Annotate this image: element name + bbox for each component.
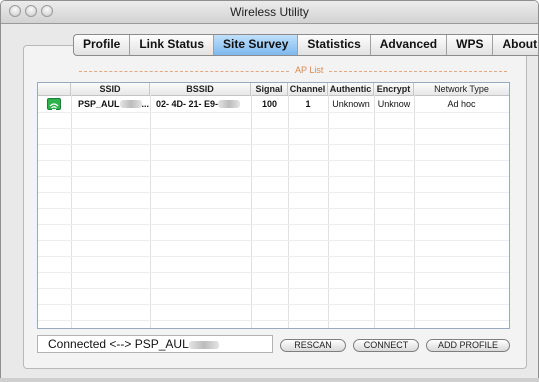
column-header-encrypt[interactable]: Encrypt: [374, 83, 414, 95]
network-type-cell: Ad hoc: [447, 99, 476, 109]
tab-statistics[interactable]: Statistics: [298, 35, 371, 55]
row-divider: [38, 240, 509, 241]
row-divider: [38, 192, 509, 193]
tab-about[interactable]: About: [493, 35, 538, 55]
channel-cell: 1: [305, 99, 311, 109]
column-header-ssid[interactable]: SSID: [71, 83, 150, 95]
row-divider: [38, 224, 509, 225]
connection-status: Connected <--> PSP_AUL: [37, 335, 273, 353]
row-divider: [38, 128, 509, 129]
column-header-icon[interactable]: [38, 83, 71, 95]
column-header-channel[interactable]: Channel: [288, 83, 328, 95]
column-divider: [150, 95, 151, 328]
tab-advanced[interactable]: Advanced: [371, 35, 448, 55]
table-row[interactable]: PSP_AUL... 02- 4D- 21- E9- 100 1 Unknown…: [38, 96, 509, 112]
column-header-network-type[interactable]: Network Type: [414, 83, 509, 95]
bssid-value: 02- 4D- 21- E9-: [156, 99, 219, 109]
bssid-cell: 02- 4D- 21- E9-: [156, 96, 251, 112]
redacted-text: [218, 100, 241, 108]
window-bottom-edge: [0, 378, 539, 382]
row-divider: [38, 288, 509, 289]
access-point-icon: [47, 98, 61, 111]
divider: [329, 71, 507, 72]
connection-status-text: Connected <--> PSP_AUL: [48, 337, 189, 351]
row-divider: [38, 176, 509, 177]
divider: [79, 71, 289, 72]
rescan-button[interactable]: RESCAN: [280, 339, 346, 352]
column-divider: [374, 95, 375, 328]
redacted-text: [188, 341, 219, 349]
row-divider: [38, 272, 509, 273]
title-bar: Wireless Utility: [1, 1, 538, 24]
row-divider: [38, 208, 509, 209]
row-divider: [38, 256, 509, 257]
connect-button[interactable]: CONNECT: [353, 339, 419, 352]
authentic-cell: Unknown: [332, 99, 370, 109]
column-header-signal[interactable]: Signal: [251, 83, 288, 95]
row-divider: [38, 320, 509, 321]
column-divider: [414, 95, 415, 328]
redacted-text: [119, 100, 142, 108]
column-divider: [251, 95, 252, 328]
add-profile-button[interactable]: ADD PROFILE: [426, 339, 510, 352]
column-divider: [71, 95, 72, 328]
row-divider: [38, 112, 509, 113]
row-divider: [38, 144, 509, 145]
ssid-value: PSP_AUL: [78, 99, 120, 109]
encrypt-cell: Unknow: [377, 99, 411, 109]
tab-bar: Profile Link Status Site Survey Statisti…: [73, 34, 538, 56]
tab-link-status[interactable]: Link Status: [130, 35, 215, 55]
tab-site-survey[interactable]: Site Survey: [214, 35, 299, 55]
column-header-bssid[interactable]: BSSID: [150, 83, 251, 95]
row-divider: [38, 160, 509, 161]
tab-profile[interactable]: Profile: [74, 35, 131, 55]
wireless-utility-window: Wireless Utility Profile Link Status Sit…: [0, 0, 539, 382]
signal-cell: 100: [261, 99, 278, 109]
table-header: SSID BSSID Signal Channel Authentic Encr…: [38, 83, 509, 96]
column-header-authentic[interactable]: Authentic: [328, 83, 374, 95]
column-divider: [288, 95, 289, 328]
window-title: Wireless Utility: [230, 5, 309, 19]
tab-wps[interactable]: WPS: [447, 35, 494, 55]
ap-list-table[interactable]: SSID BSSID Signal Channel Authentic Encr…: [37, 82, 510, 329]
ssid-cell: PSP_AUL...: [78, 96, 150, 112]
row-divider: [38, 304, 509, 305]
column-divider: [328, 95, 329, 328]
ap-list-header: AP List: [37, 65, 509, 77]
ssid-ellipsis: ...: [141, 99, 150, 109]
ap-list-label: AP List: [295, 65, 324, 75]
